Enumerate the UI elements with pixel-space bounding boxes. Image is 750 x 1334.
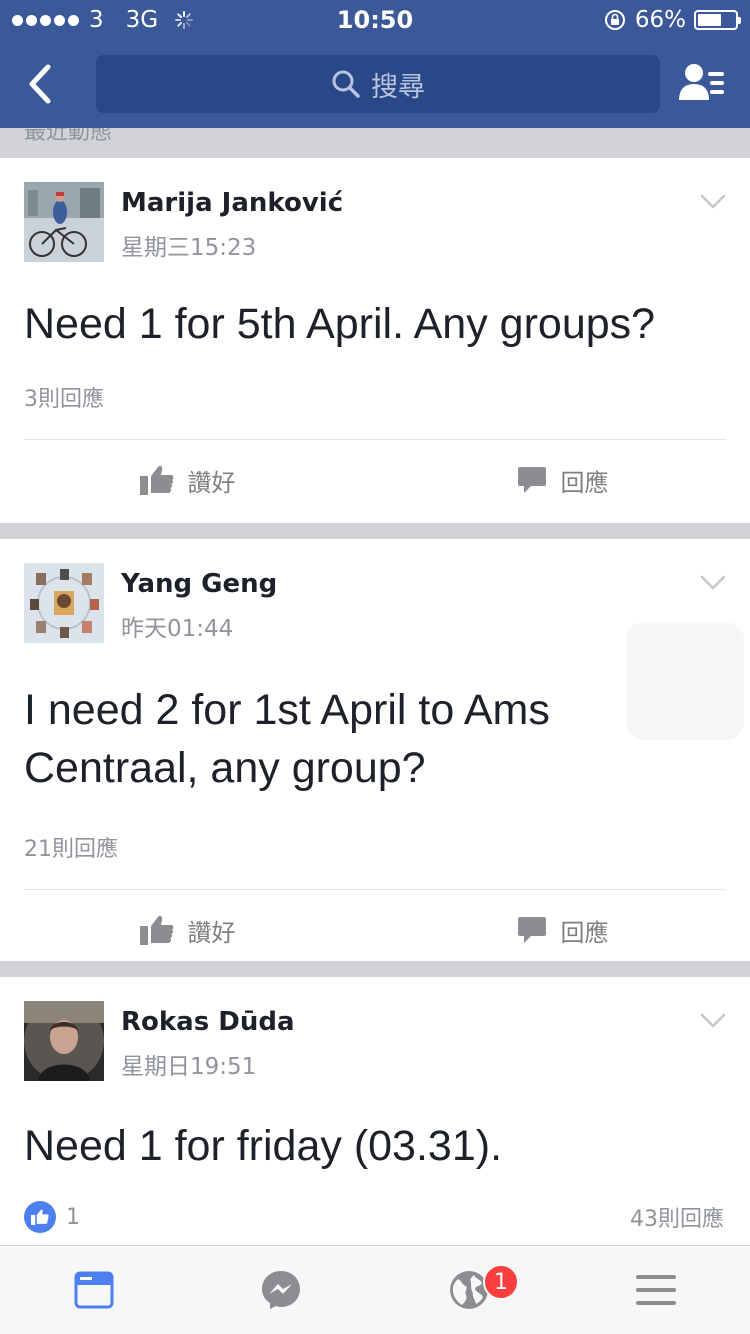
author-name[interactable]: Yang Geng — [121, 569, 277, 599]
bottom-tab-bar: 1 — [0, 1245, 750, 1334]
author-name[interactable]: Rokas Dūda — [121, 1007, 295, 1037]
post-text: Need 1 for 5th April. Any groups? — [24, 300, 656, 348]
like-label: 讚好 — [187, 468, 236, 497]
post-timestamp[interactable]: 星期三15:23 — [121, 228, 343, 262]
network-type: 3G — [125, 7, 159, 33]
carrier-name: 3 — [89, 7, 104, 33]
comment-count[interactable]: 21則回應 — [0, 831, 750, 863]
chevron-down-icon[interactable] — [700, 575, 726, 591]
tab-more[interactable] — [563, 1246, 750, 1334]
chevron-down-icon[interactable] — [700, 1013, 726, 1029]
search-placeholder: 搜尋 — [371, 71, 425, 103]
tab-news-feed[interactable] — [0, 1246, 188, 1334]
post-card: Marija Janković 星期三15:23 Need 1 for 5th … — [0, 158, 750, 523]
comment-count[interactable]: 43則回應 — [630, 1201, 724, 1233]
tab-notifications[interactable]: 1 — [375, 1246, 563, 1334]
member-list-button[interactable] — [678, 60, 730, 108]
rotation-lock-icon — [604, 10, 625, 30]
like-summary[interactable]: 1 — [24, 1201, 80, 1233]
like-label: 讚好 — [187, 918, 236, 947]
author-name[interactable]: Marija Janković — [121, 188, 343, 218]
comment-button[interactable]: 回應 — [375, 440, 750, 520]
person-list-icon — [679, 64, 724, 100]
signal-strength-icon — [12, 14, 79, 26]
comment-bubble-icon — [517, 917, 546, 943]
comment-bubble-icon — [517, 467, 546, 493]
avatar[interactable] — [24, 182, 104, 262]
like-button[interactable]: 讚好 — [0, 890, 375, 970]
section-header: 最近動態 — [0, 128, 750, 158]
post-timestamp[interactable]: 星期日19:51 — [121, 1047, 295, 1081]
thumbs-up-icon — [139, 466, 173, 495]
thumbs-up-icon — [139, 916, 173, 945]
hamburger-menu-icon — [636, 1275, 677, 1305]
battery-percent: 66% — [634, 7, 686, 33]
messenger-icon — [262, 1271, 301, 1309]
post-text: Need 1 for friday (03.31). — [24, 1122, 503, 1170]
chevron-down-icon[interactable] — [700, 194, 726, 210]
post-text: I need 2 for 1st April to Ams Centraal, … — [24, 686, 550, 792]
back-button[interactable] — [24, 60, 72, 108]
like-reaction-icon — [24, 1201, 56, 1233]
assistive-touch-overlay[interactable] — [626, 622, 744, 740]
tab-messenger[interactable] — [188, 1246, 376, 1334]
news-feed-icon — [74, 1271, 114, 1309]
section-title: 最近動態 — [24, 128, 113, 145]
notification-badge: 1 — [483, 1264, 519, 1300]
like-count: 1 — [66, 1204, 80, 1230]
comment-label: 回應 — [560, 468, 609, 497]
search-icon — [332, 70, 360, 98]
search-input[interactable]: 搜尋 — [96, 55, 660, 113]
avatar[interactable] — [24, 563, 104, 643]
post-card: Rokas Dūda 星期日19:51 Need 1 for friday (0… — [0, 977, 750, 1277]
post-timestamp[interactable]: 昨天01:44 — [121, 609, 277, 643]
app-header: 3 3G 10:50 66% 搜尋 — [0, 0, 750, 128]
loading-spinner-icon — [175, 11, 194, 29]
like-button[interactable]: 讚好 — [0, 440, 375, 520]
avatar[interactable] — [24, 1001, 104, 1081]
chevron-left-icon — [29, 64, 51, 104]
post-card: Yang Geng 昨天01:44 I need 2 for 1st April… — [0, 539, 750, 961]
comment-count[interactable]: 3則回應 — [0, 381, 750, 413]
status-bar: 3 3G 10:50 66% — [0, 0, 750, 40]
comment-button[interactable]: 回應 — [375, 890, 750, 970]
comment-label: 回應 — [560, 918, 609, 947]
battery-icon — [694, 10, 741, 30]
